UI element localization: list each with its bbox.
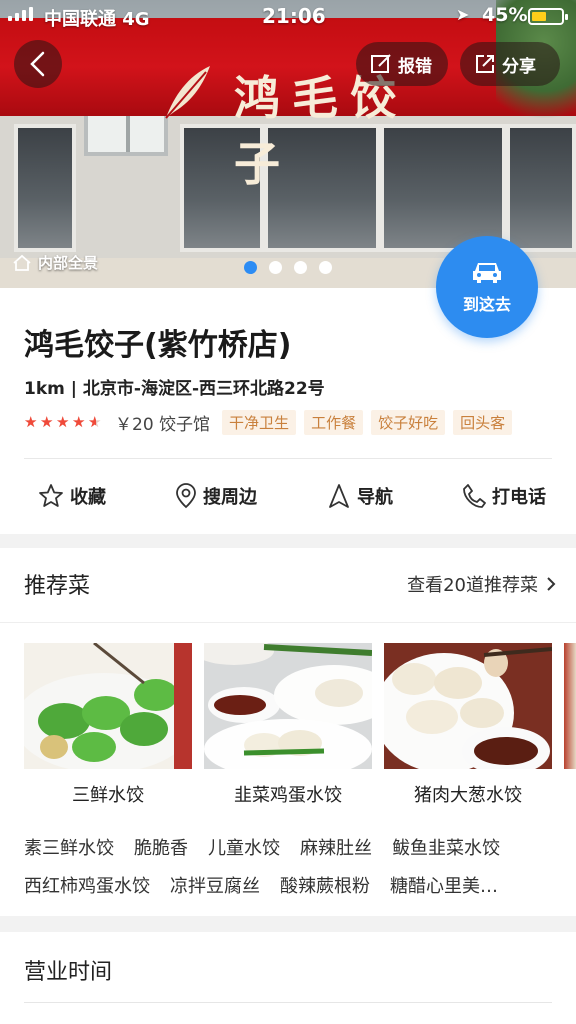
section-title: 推荐菜	[24, 574, 91, 599]
call-label: 打电话	[492, 487, 546, 508]
dish-link[interactable]: 酸辣蕨根粉	[280, 872, 370, 898]
phone-icon	[463, 484, 486, 508]
dish-name: 韭菜鸡蛋水饺	[234, 785, 342, 806]
dish-card[interactable]: 猪肉大葱水饺	[384, 643, 552, 807]
search-nearby-label: 搜周边	[203, 487, 257, 508]
carousel-dot[interactable]	[294, 261, 307, 274]
go-there-button[interactable]: 到这去	[436, 236, 538, 338]
go-there-label: 到这去	[462, 295, 511, 314]
divider	[24, 1002, 552, 1003]
dish-name: 猪肉大葱水饺	[414, 785, 522, 806]
carousel-dot[interactable]	[269, 261, 282, 274]
tag-badge[interactable]: 干净卫生	[222, 410, 297, 435]
dish-link[interactable]: 凉拌豆腐丝	[170, 872, 260, 898]
star-outline-icon	[39, 484, 63, 507]
business-hours-section: 营业时间	[0, 932, 576, 1024]
dish-link[interactable]: 素三鲜水饺	[24, 834, 114, 860]
edit-icon	[371, 54, 391, 73]
recommended-dishes-section: 推荐菜 查看20道推荐菜 三鲜水饺 韭菜鸡蛋水饺 猪肉大葱水饺 素三鲜水饺 脆脆…	[0, 548, 576, 916]
carousel-dot[interactable]	[319, 261, 332, 274]
tag-badge[interactable]: 工作餐	[304, 410, 364, 435]
car-icon	[473, 263, 501, 283]
back-button[interactable]	[14, 40, 62, 88]
star-icon: ★ ★	[24, 413, 38, 431]
search-nearby-button[interactable]: 搜周边	[144, 460, 288, 532]
dish-link[interactable]: 糖醋心里美…	[390, 872, 498, 898]
dish-card[interactable]: 三鲜水饺	[24, 643, 192, 807]
dish-name: 三鲜水饺	[72, 785, 144, 806]
share-button[interactable]: 分享	[460, 42, 560, 86]
clock: 21:06	[262, 4, 326, 28]
star-icon: ★ ★	[72, 413, 86, 431]
dish-photo	[204, 643, 372, 769]
dish-link[interactable]: 西红柿鸡蛋水饺	[24, 872, 150, 898]
carrier-label: 中国联通 4G	[44, 9, 150, 30]
share-icon	[476, 55, 494, 73]
carousel-dot[interactable]	[244, 261, 257, 274]
dish-link[interactable]: 鲅鱼韭菜水饺	[392, 834, 500, 860]
dish-card-peek[interactable]	[564, 643, 576, 769]
chevron-right-icon	[547, 577, 556, 591]
dish-link[interactable]: 脆脆香	[134, 834, 188, 860]
carousel-indicator[interactable]	[244, 261, 332, 274]
view-all-label: 查看20道推荐菜	[407, 575, 538, 596]
signal-icon	[8, 7, 33, 21]
window-pane	[14, 124, 76, 252]
dish-link[interactable]: 麻辣肚丝	[300, 834, 372, 860]
divider	[0, 622, 576, 623]
dish-card[interactable]: 韭菜鸡蛋水饺	[204, 643, 372, 807]
divider	[24, 458, 552, 459]
house-icon	[13, 254, 31, 271]
action-bar: 收藏 搜周边 导航 打电话	[0, 460, 576, 532]
dish-row: 素三鲜水饺 脆脆香 儿童水饺 麻辣肚丝 鲅鱼韭菜水饺	[24, 834, 554, 860]
favorite-button[interactable]: 收藏	[0, 460, 144, 532]
report-label: 报错	[398, 56, 432, 77]
place-name: 鸿毛饺子(紫竹桥店)	[24, 328, 292, 363]
navigate-button[interactable]: 导航	[288, 460, 432, 532]
view-all-dishes-link[interactable]: 查看20道推荐菜	[407, 571, 556, 597]
call-button[interactable]: 打电话	[432, 460, 576, 532]
price-category: ￥20 饺子馆	[115, 415, 211, 435]
navigate-label: 导航	[357, 487, 393, 508]
star-icon: ★ ★	[56, 413, 70, 431]
panorama-label: 内部全景	[38, 254, 99, 272]
battery-icon	[528, 8, 568, 25]
dish-photo	[24, 643, 192, 769]
location-arrow-icon: ➤	[456, 5, 470, 24]
tag-badge[interactable]: 饺子好吃	[371, 410, 446, 435]
section-title: 营业时间	[24, 960, 113, 985]
chevron-left-icon	[30, 51, 45, 77]
report-error-button[interactable]: 报错	[356, 42, 448, 86]
window-pane	[506, 124, 576, 252]
rating-stars: ★ ★ ★ ★ ★ ★ ★ ★ ★ ★	[24, 415, 103, 430]
battery-percent: 45%	[482, 4, 528, 26]
tag-list: 干净卫生 工作餐 饺子好吃 回头客	[222, 410, 513, 435]
place-address[interactable]: 1km | 北京市-海淀区-西三环北路22号	[24, 374, 325, 399]
status-bar: 中国联通 4G 21:06 ➤ 45%	[0, 0, 576, 32]
dish-photo	[384, 643, 552, 769]
dish-row: 西红柿鸡蛋水饺 凉拌豆腐丝 酸辣蕨根粉 糖醋心里美…	[24, 872, 554, 898]
place-meta: ★ ★ ★ ★ ★ ★ ★ ★ ★ ★ ￥20 饺子馆 干净卫生 工作餐 饺子好吃 回头客	[24, 410, 513, 435]
star-icon: ★ ★	[40, 413, 54, 431]
feather-logo-icon	[165, 66, 210, 119]
share-label: 分享	[502, 56, 536, 77]
favorite-label: 收藏	[70, 487, 106, 508]
star-icon: ★ ★	[88, 413, 102, 431]
dish-link[interactable]: 儿童水饺	[208, 834, 280, 860]
navigation-arrow-icon	[329, 484, 349, 508]
panorama-link[interactable]: 内部全景	[12, 252, 98, 273]
tag-badge[interactable]: 回头客	[453, 410, 513, 435]
more-dishes-list: 素三鲜水饺 脆脆香 儿童水饺 麻辣肚丝 鲅鱼韭菜水饺 西红柿鸡蛋水饺 凉拌豆腐丝 酸辣蕨根粉…	[24, 834, 554, 910]
location-pin-icon	[176, 483, 196, 509]
